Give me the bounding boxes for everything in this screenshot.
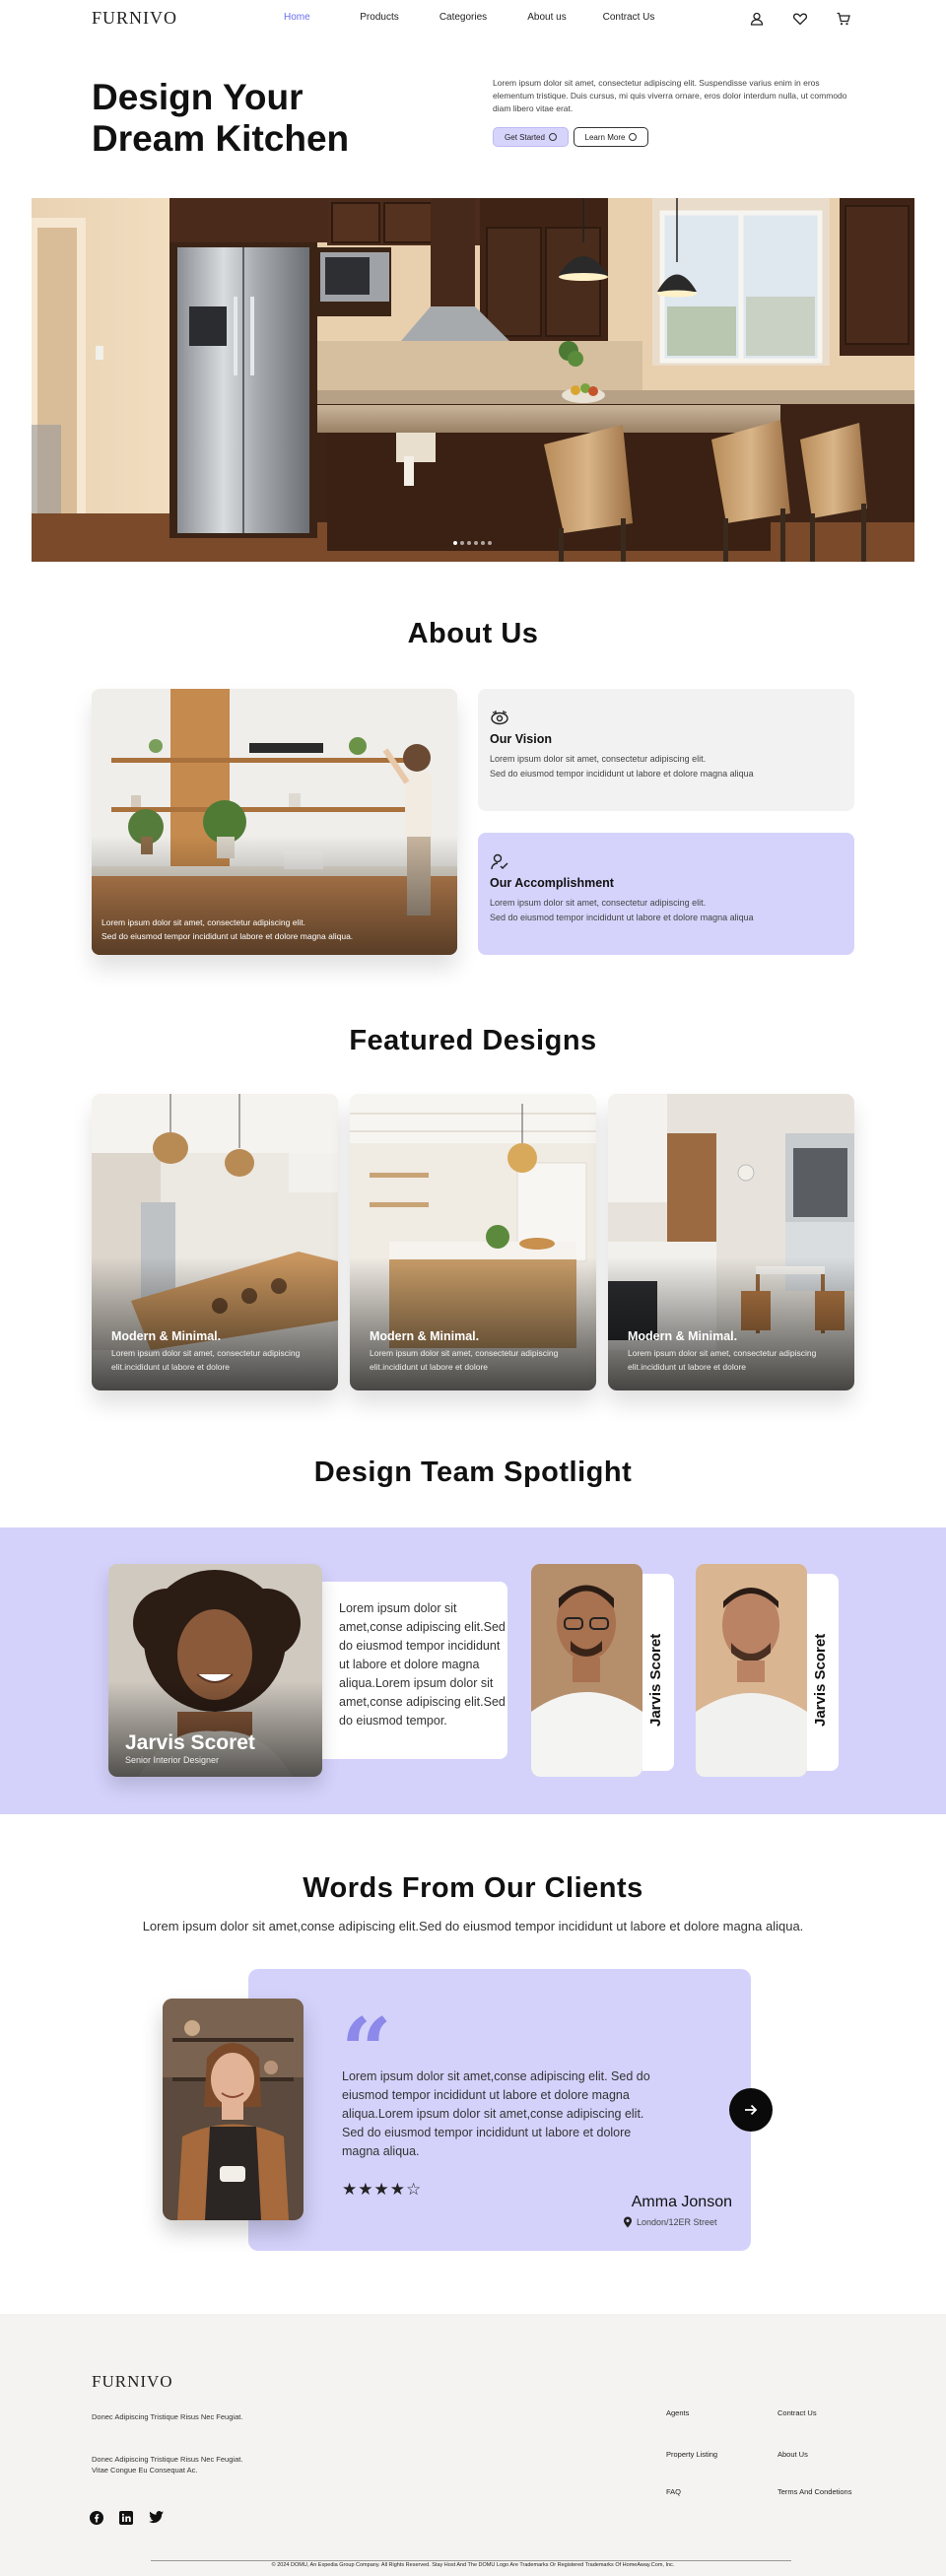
- carousel-dot[interactable]: [467, 541, 471, 545]
- featured-card-title: Modern & Minimal.: [628, 1329, 738, 1343]
- testimonials-subtitle: Lorem ipsum dolor sit amet,conse adipisc…: [142, 1919, 804, 1933]
- top-navbar: FURNIVO Home Products Categories About u…: [0, 0, 946, 39]
- carousel-dot[interactable]: [488, 541, 492, 545]
- rating-stars-icon: ★★★★☆: [342, 2180, 423, 2199]
- hero-description: Lorem ipsum dolor sit amet, consectetur …: [493, 78, 847, 113]
- vision-title: Our Vision: [490, 732, 552, 746]
- testimonial-quote: Lorem ipsum dolor sit amet,conse adipisc…: [342, 2069, 650, 2158]
- featured-card[interactable]: Modern & Minimal. Lorem ipsum dolor sit …: [350, 1094, 596, 1390]
- nav-link-home[interactable]: Home: [284, 12, 310, 23]
- footer-link-terms[interactable]: Terms And Condetions: [777, 2487, 851, 2496]
- hero-carousel-dots: [453, 541, 492, 545]
- carousel-dot[interactable]: [474, 541, 478, 545]
- accomplishment-text-line1: Lorem ipsum dolor sit amet, consectetur …: [490, 898, 707, 908]
- featured-card-title: Modern & Minimal.: [111, 1329, 222, 1343]
- location-pin-icon: [624, 2216, 632, 2228]
- vision-text-line2: Sed do eiusmod tempor incididunt ut labo…: [490, 769, 754, 779]
- nav-link-contract-us[interactable]: Contract Us: [601, 12, 656, 23]
- testimonials-title: Words From Our Clients: [303, 1872, 643, 1904]
- about-title: About Us: [407, 618, 539, 649]
- client-photo: [163, 1999, 304, 2220]
- footer-divider: [151, 2560, 791, 2561]
- team-bio-text: Lorem ipsum dolor sit amet,conse adipisc…: [339, 1601, 506, 1728]
- team-member-photo: [696, 1564, 807, 1777]
- footer-text-2-line2: Vitae Congue Eu Consequat Ac.: [92, 2466, 198, 2474]
- vision-card: Our Vision Lorem ipsum dolor sit amet, c…: [478, 689, 854, 811]
- team-member-name: Jarvis Scoret: [125, 1731, 255, 1754]
- carousel-dot[interactable]: [453, 541, 457, 545]
- nav-link-products[interactable]: Products: [360, 12, 399, 23]
- footer-link-property-listing[interactable]: Property Listing: [666, 2450, 717, 2459]
- team-member-photo: Jarvis Scoret Senior Interior Designer: [108, 1564, 322, 1777]
- featured-card[interactable]: Modern & Minimal. Lorem ipsum dolor sit …: [92, 1094, 338, 1390]
- cart-icon[interactable]: [836, 11, 851, 27]
- team-title: Design Team Spotlight: [313, 1457, 633, 1488]
- hero-title-line1: Design Your: [92, 77, 304, 117]
- get-started-label: Get Started: [505, 132, 545, 142]
- nav-link-categories[interactable]: Categories: [438, 12, 489, 23]
- about-caption-line2: Sed do eiusmod tempor incididunt ut labo…: [101, 931, 354, 941]
- facebook-icon[interactable]: [90, 2511, 103, 2525]
- team-member-name-vertical: Jarvis Scoret: [812, 1633, 829, 1727]
- arrow-circle-icon: [548, 133, 557, 141]
- about-caption-line1: Lorem ipsum dolor sit amet, consectetur …: [101, 917, 305, 927]
- footer-link-agents[interactable]: Agents: [666, 2408, 689, 2417]
- arrow-circle-icon: [629, 133, 638, 141]
- arrow-right-icon: [745, 2104, 758, 2116]
- featured-title: Featured Designs: [349, 1025, 597, 1056]
- footer-text-2-line1: Donec Adipiscing Tristique Risus Nec Feu…: [92, 2455, 243, 2464]
- about-image-caption: Lorem ipsum dolor sit amet, consectetur …: [101, 915, 353, 943]
- get-started-button[interactable]: Get Started: [493, 127, 569, 147]
- client-location: London/12ER Street: [623, 2216, 717, 2228]
- vision-icon: [490, 709, 509, 728]
- featured-card-text: Lorem ipsum dolor sit amet, consectetur …: [111, 1348, 301, 1372]
- footer-text-2: Donec Adipiscing Tristique Risus Nec Feu…: [92, 2454, 242, 2475]
- vision-text-line1: Lorem ipsum dolor sit amet, consectetur …: [490, 754, 707, 764]
- team-member-role: Senior Interior Designer: [125, 1755, 220, 1765]
- client-name: Amma Jonson: [631, 2194, 732, 2210]
- footer-link-faq[interactable]: FAQ: [666, 2487, 681, 2496]
- carousel-dot[interactable]: [481, 541, 485, 545]
- hero-title: Design Your Dream Kitchen: [92, 77, 349, 160]
- user-icon[interactable]: [749, 11, 765, 27]
- featured-card-text: Lorem ipsum dolor sit amet, consectetur …: [370, 1348, 559, 1372]
- accomplishment-card: Our Accomplishment Lorem ipsum dolor sit…: [478, 833, 854, 955]
- footer-link-contract-us[interactable]: Contract Us: [777, 2408, 817, 2417]
- hero-kitchen-image: [32, 198, 914, 562]
- team-member-name-vertical: Jarvis Scoret: [647, 1633, 664, 1727]
- nav-link-about-us[interactable]: About us: [525, 12, 569, 23]
- twitter-icon[interactable]: [149, 2511, 164, 2525]
- team-member-card[interactable]: Jarvis Scoret: [696, 1564, 839, 1777]
- learn-more-button[interactable]: Learn More: [574, 127, 648, 147]
- learn-more-label: Learn More: [584, 132, 626, 142]
- accomplishment-title: Our Accomplishment: [490, 876, 614, 890]
- accomplishment-icon: [490, 852, 509, 872]
- team-member-featured[interactable]: Lorem ipsum dolor sit amet,conse adipisc…: [108, 1564, 507, 1777]
- client-location-text: London/12ER Street: [637, 2217, 717, 2227]
- carousel-dot[interactable]: [460, 541, 464, 545]
- heart-icon[interactable]: [792, 11, 808, 27]
- footer-logo[interactable]: FURNIVO: [92, 2372, 173, 2392]
- footer-link-about-us[interactable]: About Us: [777, 2450, 808, 2459]
- hero-title-line2: Dream Kitchen: [92, 118, 350, 159]
- featured-card-text: Lorem ipsum dolor sit amet, consectetur …: [628, 1348, 817, 1372]
- footer-copyright: © 2024 DOMU, An Expedia Group Company. A…: [271, 2562, 675, 2568]
- featured-card-title: Modern & Minimal.: [370, 1329, 480, 1343]
- featured-card[interactable]: Modern & Minimal. Lorem ipsum dolor sit …: [608, 1094, 854, 1390]
- team-member-card[interactable]: Jarvis Scoret: [531, 1564, 674, 1777]
- brand-logo[interactable]: FURNIVO: [92, 8, 177, 29]
- accomplishment-text-line2: Sed do eiusmod tempor incididunt ut labo…: [490, 913, 754, 922]
- team-member-photo: [531, 1564, 642, 1777]
- linkedin-icon[interactable]: [119, 2511, 133, 2525]
- footer-text: Donec Adipiscing Tristique Risus Nec Feu…: [92, 2412, 243, 2421]
- footer: [0, 2314, 946, 2576]
- nav-icons: [749, 11, 851, 27]
- next-testimonial-button[interactable]: [729, 2088, 773, 2132]
- about-kitchen-image: Lorem ipsum dolor sit amet, consectetur …: [92, 689, 457, 955]
